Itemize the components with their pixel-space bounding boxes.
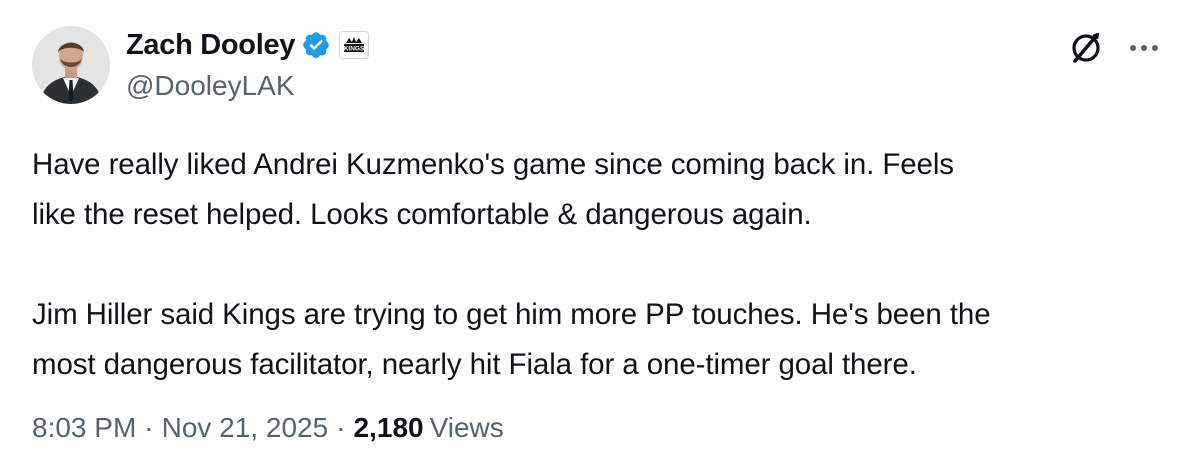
separator-dot: · [336,412,346,443]
tweet-meta: 8:03 PM · Nov 21, 2025 · 2,180 Views [32,412,504,444]
avatar[interactable] [32,26,110,104]
tweet-line: Jim Hiller said Kings are trying to get … [32,298,991,331]
svg-text:KINGS: KINGS [344,46,365,53]
tweet-line: most dangerous facilitator, nearly hit F… [32,348,917,381]
tweet-line: Have really liked Andrei Kuzmenko's game… [32,148,954,181]
kings-logo-icon[interactable]: KINGS [339,31,370,59]
views-count[interactable]: 2,180 [354,412,424,444]
avatar-photo [32,26,110,104]
author-handle[interactable]: @DooleyLAK [126,70,295,102]
more-options-icon[interactable] [1124,28,1164,68]
tweet-line: like the reset helped. Looks comfortable… [32,198,812,231]
tweet-line-break [32,240,1172,290]
grok-icon[interactable] [1066,28,1106,68]
separator-dot: · [144,412,154,443]
tweet-date[interactable]: Nov 21, 2025 [162,412,329,444]
tweet-text: Have really liked Andrei Kuzmenko's game… [32,140,1172,390]
verified-badge-icon[interactable] [301,30,331,60]
tweet-time[interactable]: 8:03 PM [32,412,136,444]
tweet-card: Zach Dooley KINGS @DooleyLAK Have really… [0,0,1196,468]
author-name-row: Zach Dooley KINGS [126,26,370,64]
display-name[interactable]: Zach Dooley [126,29,295,62]
views-label: Views [429,412,504,443]
